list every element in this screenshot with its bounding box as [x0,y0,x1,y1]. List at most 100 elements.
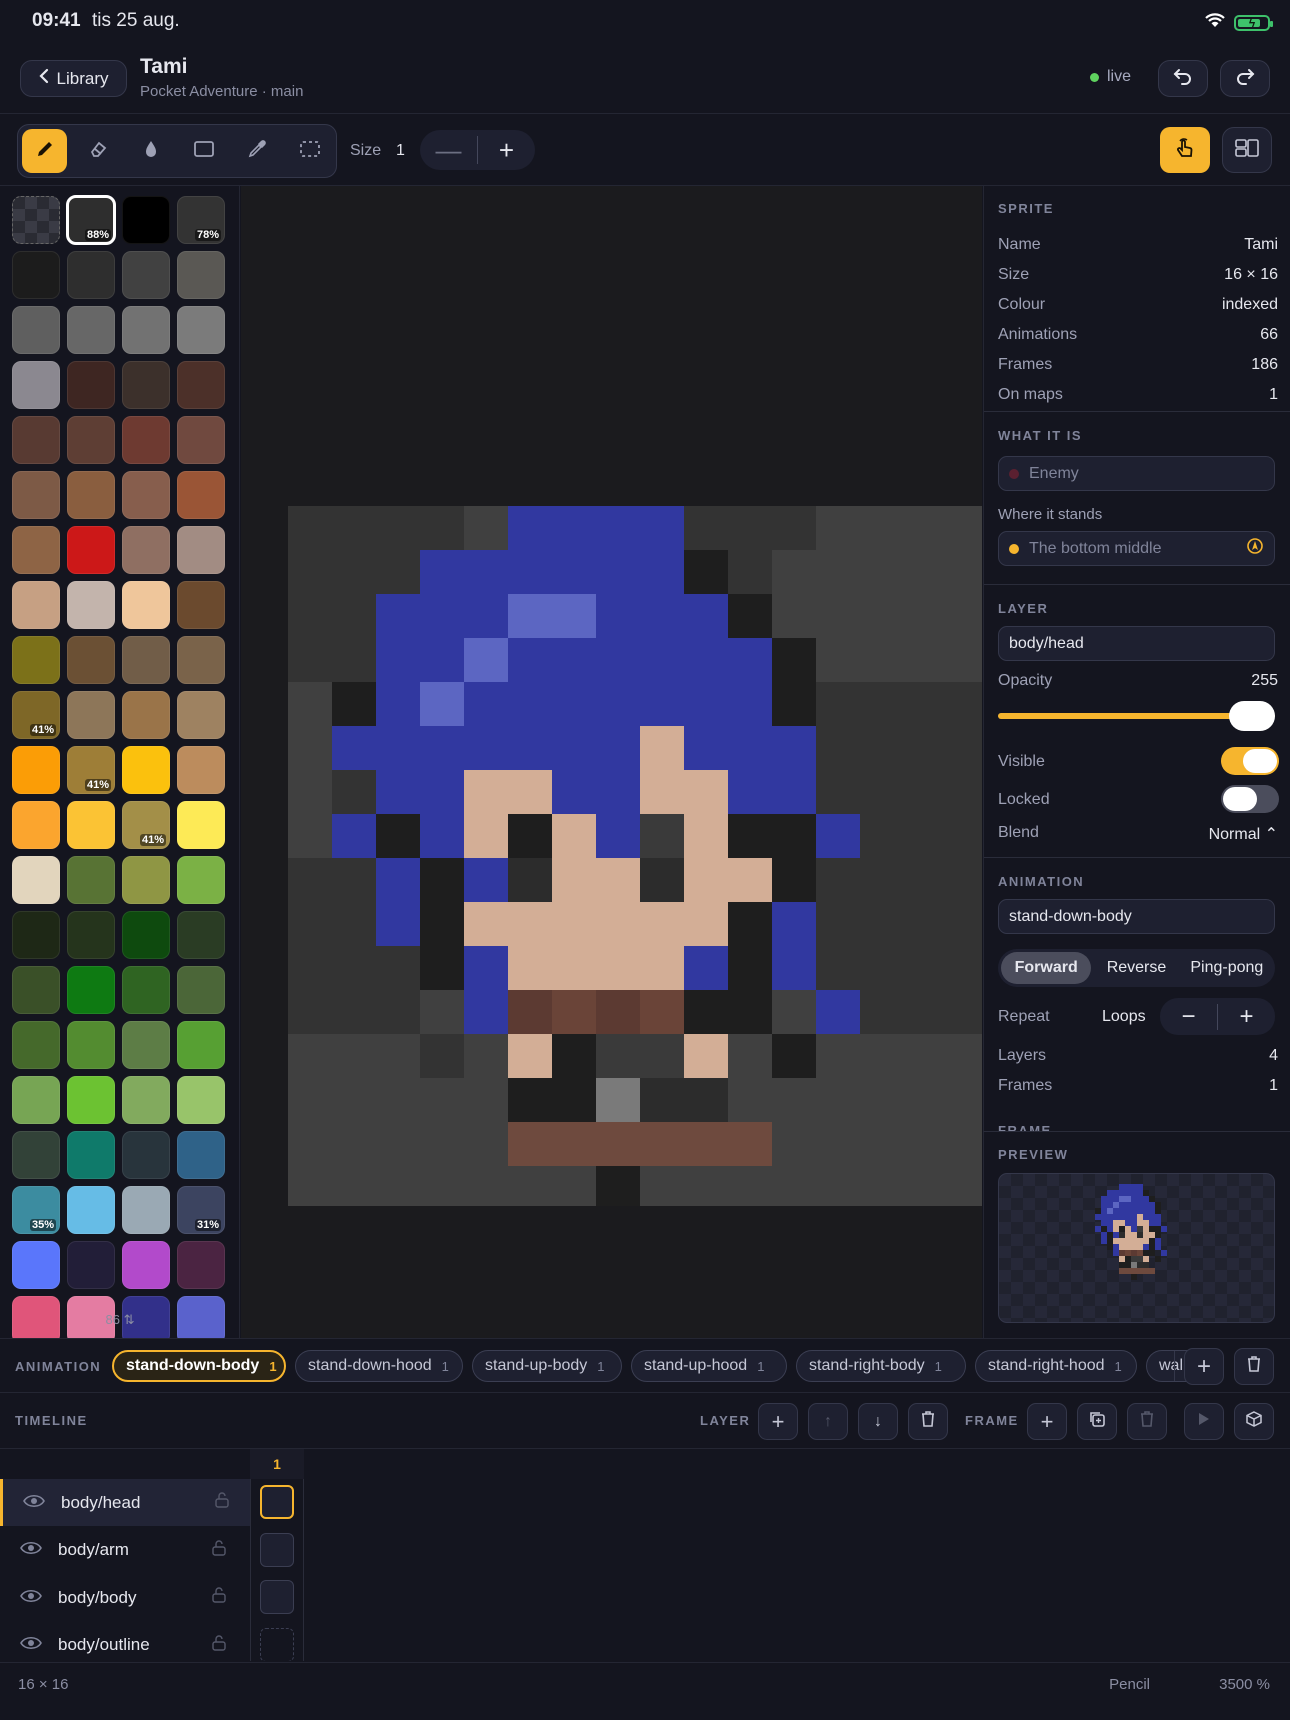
palette-swatch[interactable] [12,801,60,849]
pixel[interactable] [728,506,772,550]
pixel[interactable] [464,990,508,1034]
palette-swatch[interactable] [177,1021,225,1069]
palette-swatch[interactable] [12,361,60,409]
pixel[interactable] [552,638,596,682]
pixel[interactable] [464,550,508,594]
pixel[interactable] [596,1034,640,1078]
pixel[interactable] [596,594,640,638]
pixel[interactable] [684,770,728,814]
pixel[interactable] [860,770,904,814]
frame-cell[interactable] [260,1627,294,1661]
pixel[interactable] [288,550,332,594]
pixel[interactable] [816,1078,860,1122]
palette-swatch[interactable] [12,306,60,354]
pixel[interactable] [596,550,640,594]
animation-chip[interactable]: stand-up-body 1 [472,1350,622,1382]
pixel[interactable] [552,990,596,1034]
palette-swatch[interactable] [177,1131,225,1179]
frame-cell[interactable] [260,1580,294,1614]
pixel[interactable] [288,946,332,990]
pixel[interactable] [376,1122,420,1166]
pixel[interactable] [816,682,860,726]
palette-swatch[interactable] [12,746,60,794]
layer-name-input[interactable]: body/head [998,626,1275,661]
animation-chip[interactable]: stand-right-body 1 [796,1350,966,1382]
pixel[interactable] [948,506,982,550]
palette-swatch[interactable] [67,691,115,739]
pixel[interactable] [552,858,596,902]
pixel[interactable] [772,770,816,814]
eyedropper-tool[interactable] [234,129,279,173]
pixel[interactable] [552,1166,596,1206]
pixel[interactable] [772,550,816,594]
palette-swatch[interactable] [12,911,60,959]
playback-mode-forward[interactable]: Forward [1001,952,1092,984]
pixel[interactable] [860,1034,904,1078]
pixel[interactable] [948,638,982,682]
pixel[interactable] [508,1078,552,1122]
pixel[interactable] [420,946,464,990]
pixel[interactable] [640,814,684,858]
pixel[interactable] [420,550,464,594]
pixel[interactable] [904,550,948,594]
palette-swatch[interactable] [177,1076,225,1124]
pixel[interactable] [332,682,376,726]
pixel[interactable] [420,594,464,638]
pixel[interactable] [552,682,596,726]
pixel[interactable] [860,594,904,638]
pixel[interactable] [904,506,948,550]
pixel[interactable] [728,726,772,770]
palette-swatch[interactable] [122,1021,170,1069]
palette-swatch[interactable] [67,1076,115,1124]
pixel[interactable] [816,770,860,814]
palette-swatch[interactable] [122,416,170,464]
pixel[interactable] [332,726,376,770]
frame-number-header[interactable]: 1 [250,1449,304,1479]
unlock-icon[interactable] [212,1587,226,1608]
add-frame-button[interactable]: + [1027,1403,1067,1440]
pixel[interactable] [376,770,420,814]
pixel[interactable] [508,770,552,814]
palette-swatch[interactable] [67,526,115,574]
palette-swatch[interactable] [122,966,170,1014]
pixel[interactable] [948,814,982,858]
repeat-increase-button[interactable]: + [1218,1003,1275,1031]
palette-swatch[interactable]: 78% [177,196,225,244]
palette-swatch[interactable] [12,251,60,299]
pixel[interactable] [464,506,508,550]
pixel[interactable] [860,1078,904,1122]
palette-swatch[interactable] [177,581,225,629]
pixel[interactable] [376,814,420,858]
pixel[interactable] [860,946,904,990]
pixel[interactable] [904,594,948,638]
pixel[interactable] [420,1122,464,1166]
pixel[interactable] [904,726,948,770]
anchor-field[interactable]: The bottom middle [998,531,1275,566]
pixel[interactable] [420,726,464,770]
locked-toggle[interactable] [1221,785,1279,813]
redo-button[interactable] [1220,60,1270,97]
pixel[interactable] [596,858,640,902]
palette-swatch[interactable] [122,251,170,299]
pixel[interactable] [684,638,728,682]
frame-cell[interactable] [260,1485,294,1519]
palette-swatch[interactable] [177,471,225,519]
pixel[interactable] [860,726,904,770]
pixel[interactable] [376,638,420,682]
eraser-tool[interactable] [75,129,120,173]
pixel[interactable] [772,1166,816,1206]
pixel[interactable] [508,990,552,1034]
animation-chip[interactable]: stand-up-hood 1 [631,1350,787,1382]
pixel[interactable] [684,1122,728,1166]
animation-chip[interactable]: stand-right-hood 1 [975,1350,1137,1382]
pixel[interactable] [640,946,684,990]
pixel[interactable] [948,1078,982,1122]
unlock-icon[interactable] [212,1634,226,1656]
pixel[interactable] [596,1166,640,1206]
palette-swatch[interactable] [122,471,170,519]
pixel[interactable] [816,594,860,638]
palette-swatch[interactable]: 35% [12,1186,60,1234]
palette-swatch[interactable] [67,1021,115,1069]
pixel[interactable] [288,594,332,638]
pixel[interactable] [508,550,552,594]
